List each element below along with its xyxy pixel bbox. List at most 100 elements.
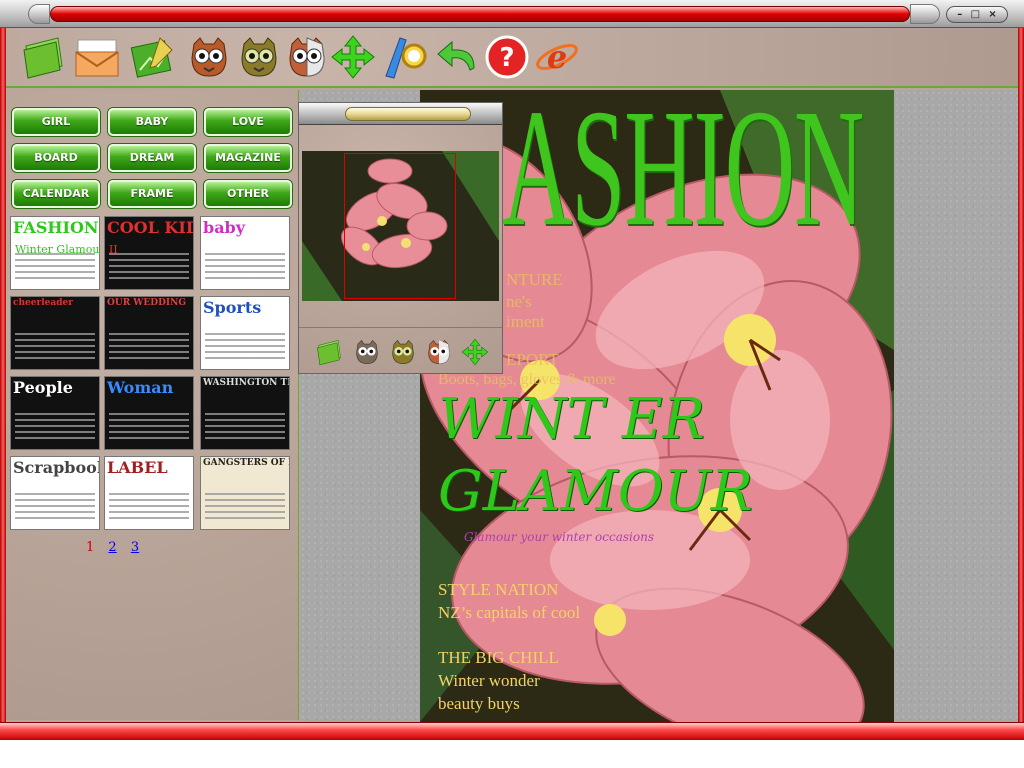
internet-explorer-icon: e (536, 38, 578, 76)
template-thumbnail[interactable]: Sports (200, 296, 290, 370)
cover-chill-heading: THE BIG CHILL (438, 648, 559, 667)
category-girl[interactable]: GIRL (12, 108, 100, 136)
maximize-button[interactable]: □ (971, 9, 980, 21)
status-bar (0, 722, 1024, 740)
undo-icon (437, 40, 475, 71)
category-magazine[interactable]: MAGAZINE (204, 144, 292, 172)
page-current: 1 (86, 540, 95, 555)
move-arrows-icon (461, 338, 489, 366)
move-arrows-icon (331, 35, 375, 79)
template-thumbnail-text-lines (15, 253, 95, 283)
edit-image-icon (130, 37, 173, 78)
category-calendar[interactable]: CALENDAR (12, 180, 100, 208)
title-bar[interactable]: – □ × (0, 0, 1024, 28)
template-thumbnail[interactable]: FASHION Winter Glamour (10, 216, 100, 290)
edit-image-button[interactable] (130, 34, 176, 80)
cover-line-1: NTURE (506, 270, 563, 289)
template-thumbnail[interactable]: GANGSTERS OF LIBERTY (200, 456, 290, 530)
owl-face-half-icon (289, 37, 325, 77)
category-dream[interactable]: DREAM (108, 144, 196, 172)
template-thumbnail[interactable]: WASHINGTON TRAILS (200, 376, 290, 450)
category-board[interactable]: BOARD (12, 144, 100, 172)
nav-open-folder-button[interactable] (315, 338, 343, 366)
envelope-icon (75, 39, 119, 77)
cover-line-2: ne's (506, 292, 532, 311)
crop-zoom-button[interactable] (382, 34, 428, 80)
template-thumbnail-title: Sports (203, 298, 262, 317)
template-thumbnail-title: Scrapbook (13, 458, 100, 477)
template-thumbnail-title: FASHION (13, 218, 99, 237)
template-thumbnail[interactable]: LABEL (104, 456, 194, 530)
owl-button-2[interactable] (236, 34, 282, 80)
navigator-window[interactable] (298, 102, 503, 374)
template-thumbnail-title: baby (203, 218, 246, 237)
open-folder-icon (23, 37, 63, 79)
template-thumbnail-text-lines (109, 493, 189, 523)
owl-button-3[interactable] (284, 34, 330, 80)
template-thumbnail-text-lines (15, 333, 95, 363)
cover-line-4: EPORT (506, 350, 559, 369)
cover-tagline: Glamour your winter occasions (464, 530, 654, 544)
template-thumbnail[interactable]: Scrapbook (10, 456, 100, 530)
template-thumbnail[interactable]: Woman (104, 376, 194, 450)
open-folder-button[interactable] (20, 34, 66, 80)
cover-glamour-heading: GLAMOUR (438, 459, 753, 524)
template-panel: GIRL BABY LOVE BOARD DREAM MAGAZINE CALE… (6, 90, 299, 720)
category-other[interactable]: OTHER (204, 180, 292, 208)
nav-owl-button-1[interactable] (353, 338, 381, 366)
template-thumbnail-title: WASHINGTON TRAILS (203, 378, 289, 388)
svg-text:?: ? (499, 43, 514, 73)
undo-button[interactable] (434, 34, 480, 80)
template-thumbnail-title: People (13, 378, 73, 397)
cover-chill-sub-2: beauty buys (438, 694, 520, 713)
category-baby[interactable]: BABY (108, 108, 196, 136)
template-thumbnail[interactable]: baby (200, 216, 290, 290)
template-thumbnail[interactable]: OUR WEDDING (104, 296, 194, 370)
title-cap-right (910, 4, 940, 24)
template-thumbnail-title: COOL KID (107, 218, 194, 237)
main-toolbar: ? e (6, 28, 1018, 88)
cover-style-sub: NZ’s capitals of cool (438, 603, 581, 622)
template-thumbnail-title: OUR WEDDING (107, 298, 187, 308)
template-thumbnail[interactable]: People (10, 376, 100, 450)
cover-chill-sub-1: Winter wonder (438, 671, 540, 690)
page-link-2[interactable]: 2 (108, 540, 116, 555)
category-love[interactable]: LOVE (204, 108, 292, 136)
owl-face-half-icon (428, 339, 450, 364)
navigator-viewport-rect[interactable] (344, 153, 456, 299)
owl-face-green-icon (241, 37, 277, 77)
template-thumbnail-title: Woman (107, 378, 174, 397)
template-thumbnail-text-lines (205, 253, 285, 283)
cover-title: ASHION (502, 90, 864, 261)
move-button[interactable] (330, 34, 376, 80)
pagination: 1 2 3 (86, 540, 149, 555)
envelope-button[interactable] (74, 34, 120, 80)
close-button[interactable]: × (988, 9, 996, 21)
minimize-button[interactable]: – (957, 9, 962, 21)
nav-move-button[interactable] (461, 338, 489, 366)
title-cap-left (28, 4, 50, 24)
owl-button-1[interactable] (186, 34, 232, 80)
navigator-title-bar[interactable] (299, 103, 502, 125)
navigator-title-stripe (345, 107, 471, 121)
navigator-preview[interactable] (302, 151, 499, 301)
nav-owl-button-2[interactable] (389, 338, 417, 366)
nav-owl-button-3[interactable] (425, 338, 453, 366)
cover-winter-heading: WINT ER (438, 387, 705, 452)
template-thumbnail-text-lines (15, 413, 95, 443)
window-border-right (1018, 28, 1024, 722)
crop-zoom-icon (385, 37, 427, 79)
svg-text:e: e (547, 38, 567, 76)
template-thumbnail-text-lines (205, 493, 285, 523)
category-frame[interactable]: FRAME (108, 180, 196, 208)
template-thumbnail-title: cheerleader (13, 298, 73, 308)
template-thumbnail-text-lines (205, 333, 285, 363)
internet-explorer-button[interactable]: e (534, 34, 580, 80)
template-thumbnail[interactable]: COOL KID II (104, 216, 194, 290)
app-window: – □ × ? e GIRL BABY LOVE BOARD DREAM MAG… (0, 0, 1024, 740)
template-thumbnail[interactable]: cheerleader (10, 296, 100, 370)
page-link-3[interactable]: 3 (131, 540, 139, 555)
template-thumbnail-text-lines (109, 333, 189, 363)
help-button[interactable]: ? (484, 34, 530, 80)
template-thumbnail-text-lines (109, 413, 189, 443)
